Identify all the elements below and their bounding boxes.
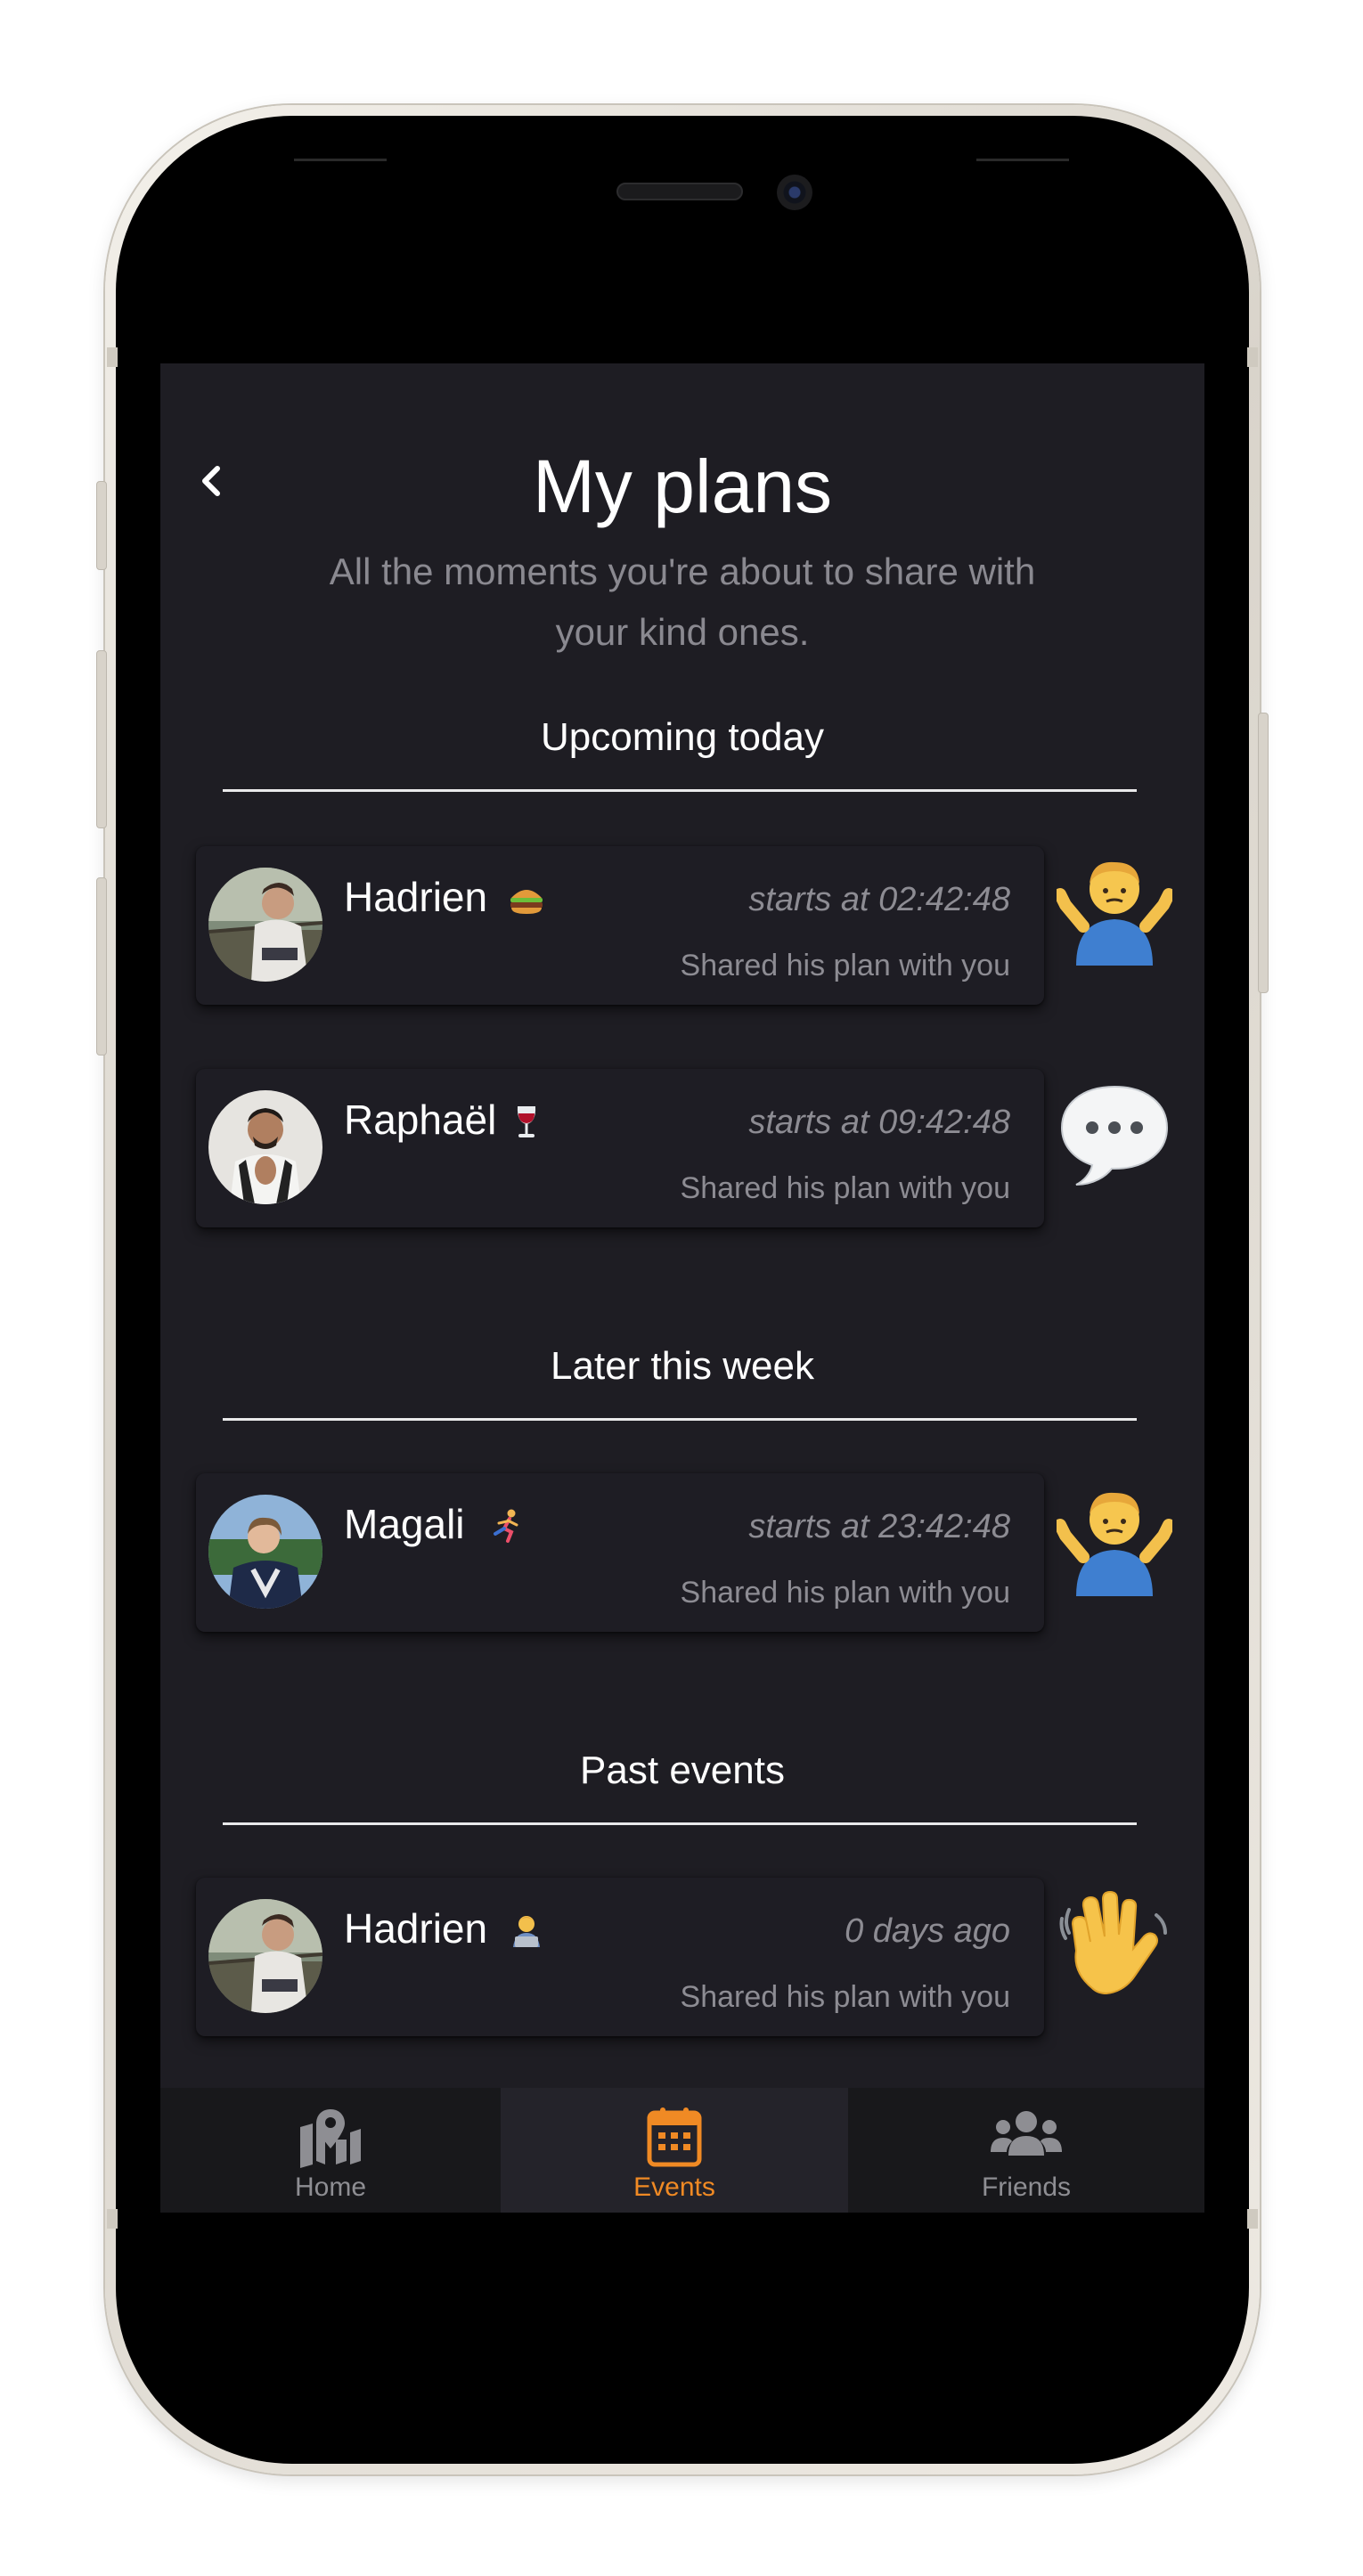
avatar — [208, 868, 322, 982]
friend-name: Raphaël — [344, 1096, 497, 1143]
bottom-tab-bar: Home Events Friends — [160, 2088, 1204, 2213]
plan-time: 0 days ago — [845, 1912, 1010, 1950]
section-divider — [223, 789, 1137, 792]
plan-card-raphael[interactable]: Raphaël starts at 09:42:48 Shared his pl… — [196, 1069, 1044, 1227]
plan-note: Shared his plan with you — [680, 1980, 1010, 2014]
person-running-emoji-icon — [494, 1509, 518, 1543]
plan-note: Shared his plan with you — [680, 1576, 1010, 1610]
earpiece-speaker — [616, 183, 743, 200]
reaction-button[interactable] — [1054, 1482, 1175, 1598]
friend-name: Hadrien — [344, 874, 488, 920]
volume-down-button — [96, 877, 107, 1056]
tab-label: Home — [294, 2172, 367, 2202]
plan-note: Shared his plan with you — [680, 949, 1010, 982]
notch-detail — [294, 159, 387, 161]
technologist-emoji-icon — [513, 1916, 540, 1947]
avatar — [208, 1090, 322, 1204]
plan-time: starts at 09:42:48 — [748, 1104, 1010, 1141]
antenna-band — [107, 347, 118, 367]
speech-bubble-emoji-icon — [1060, 1085, 1169, 1186]
section-title-later-this-week: Later this week — [551, 1344, 814, 1388]
section-title-past-events: Past events — [580, 1749, 785, 1792]
map-marker-icon — [300, 2109, 361, 2168]
notch-detail — [976, 159, 1069, 161]
tab-events[interactable]: Events — [501, 2088, 848, 2213]
reaction-button[interactable] — [1057, 1076, 1172, 1192]
antenna-band — [107, 2209, 118, 2229]
plan-time: starts at 23:42:48 — [748, 1508, 1010, 1545]
reaction-button[interactable] — [1054, 852, 1175, 967]
reaction-button[interactable] — [1057, 1883, 1172, 1999]
friend-name: Hadrien — [344, 1905, 488, 1952]
friend-name: Magali — [344, 1501, 465, 1547]
plan-note: Shared his plan with you — [680, 1171, 1010, 1205]
burger-emoji-icon — [510, 890, 543, 914]
plan-card-magali[interactable]: Magali starts at 23:42:48 Shared his pla… — [196, 1473, 1044, 1632]
plan-time: starts at 02:42:48 — [748, 881, 1010, 918]
tab-home[interactable]: Home — [160, 2088, 501, 2213]
app-screen: My plans All the moments you're about to… — [160, 363, 1204, 2213]
subtitle-line: All the moments you're about to share wi… — [329, 550, 1036, 592]
wine-glass-emoji-icon — [517, 1106, 536, 1137]
page-title: My plans — [532, 444, 833, 528]
subtitle-line: your kind ones. — [555, 611, 810, 653]
section-title-upcoming-today: Upcoming today — [541, 715, 824, 759]
silent-switch — [96, 481, 107, 570]
tab-label: Events — [633, 2172, 715, 2202]
page-subtitle: All the moments you're about to share wi… — [276, 542, 1089, 663]
avatar — [208, 1899, 322, 2013]
tab-label: Friends — [981, 2172, 1072, 2202]
calendar-icon — [647, 2107, 702, 2167]
volume-up-button — [96, 650, 107, 828]
front-camera — [777, 175, 812, 210]
person-shrugging-emoji-icon — [1054, 861, 1175, 966]
person-shrugging-emoji-icon — [1054, 1492, 1175, 1596]
plan-card-hadrien-past[interactable]: Hadrien 0 days ago Shared his plan with … — [196, 1878, 1044, 2036]
avatar — [208, 1495, 322, 1609]
plan-card-hadrien[interactable]: Hadrien starts at 02:42:48 Shared his pl… — [196, 846, 1044, 1005]
power-button — [1258, 713, 1269, 993]
users-icon — [991, 2111, 1062, 2156]
section-divider — [223, 1822, 1137, 1825]
waving-hand-emoji-icon — [1059, 1890, 1167, 1995]
antenna-band — [1247, 347, 1258, 367]
section-divider — [223, 1418, 1137, 1421]
antenna-band — [1247, 2209, 1258, 2229]
tab-friends[interactable]: Friends — [848, 2088, 1204, 2213]
